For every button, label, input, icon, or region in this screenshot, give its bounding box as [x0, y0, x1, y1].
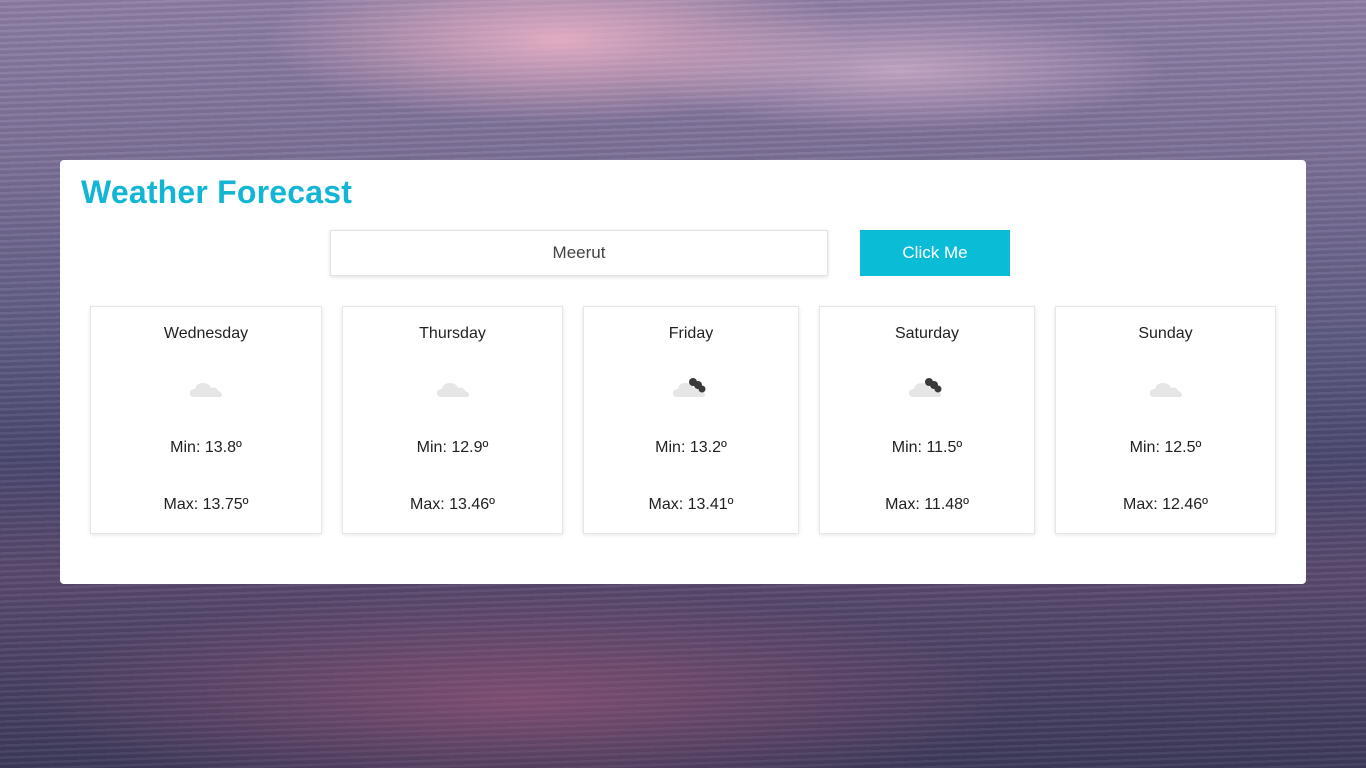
day-name: Wednesday — [163, 325, 249, 342]
forecast-card: Weather Forecast Click Me Wednesday Min:… — [60, 160, 1306, 584]
max-temp: Max: 11.48º — [885, 496, 969, 513]
min-temp: Min: 12.9º — [416, 439, 489, 456]
broken-clouds-icon — [673, 378, 706, 397]
day-card-sunday: Sunday Min: 12.5º Max: 12.46º — [1055, 306, 1276, 534]
day-card-thursday: Thursday Min: 12.9º Max: 13.46º — [342, 306, 563, 534]
max-temp: Max: 13.75º — [163, 496, 249, 513]
day-name: Sunday — [1138, 325, 1193, 342]
day-name: Saturday — [894, 325, 960, 342]
day-card-wednesday: Wednesday Min: 13.8º Max: 13.75º — [90, 306, 322, 534]
submit-button[interactable]: Click Me — [860, 230, 1010, 276]
day-card-saturday: Saturday Min: 11.5º Max: 11.48º — [819, 306, 1035, 534]
min-temp: Min: 11.5º — [891, 439, 963, 456]
max-temp: Max: 12.46º — [1123, 496, 1208, 513]
cloud-icon — [436, 383, 469, 397]
max-temp: Max: 13.41º — [648, 496, 734, 513]
min-temp: Min: 12.5º — [1129, 439, 1202, 456]
city-input[interactable] — [330, 230, 828, 276]
day-card-friday: Friday Min: 13.2º Max: 13.41º — [583, 306, 799, 534]
page-title: Weather Forecast — [81, 174, 353, 210]
broken-clouds-icon — [909, 378, 942, 397]
max-temp: Max: 13.46º — [410, 496, 495, 513]
day-name: Friday — [668, 325, 714, 342]
min-temp: Min: 13.2º — [655, 439, 727, 456]
day-name: Thursday — [419, 325, 486, 342]
cloud-icon — [190, 383, 222, 397]
min-temp: Min: 13.8º — [170, 439, 242, 456]
cloud-icon — [1149, 383, 1182, 397]
